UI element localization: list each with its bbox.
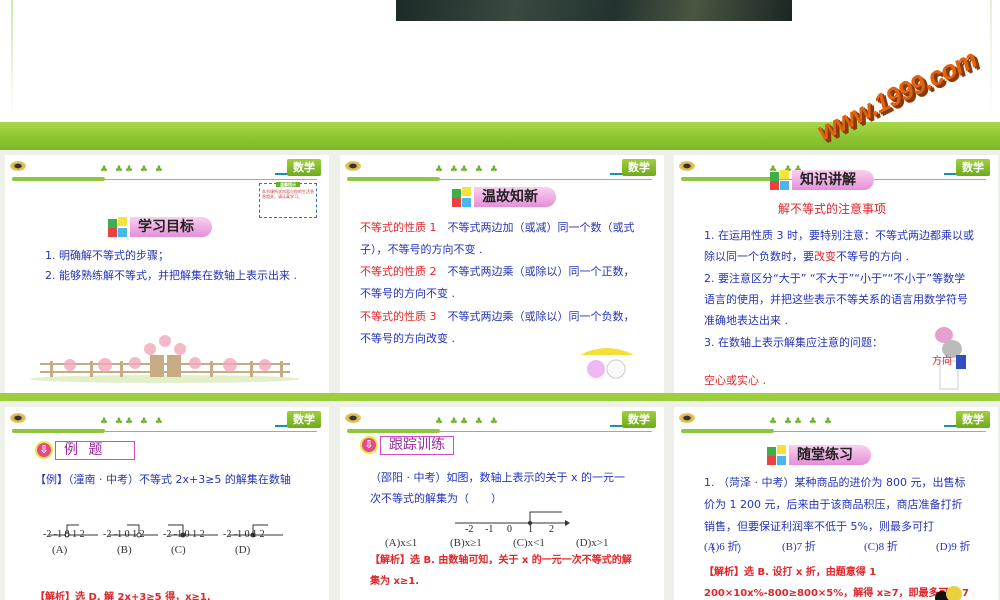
- axis-labels: -2 -1 0 1 2: [43, 529, 85, 540]
- section-title: 温故知新: [452, 186, 556, 208]
- slide-header: ♣ ♣♣ ♣ ♣ 数学: [674, 407, 998, 435]
- umbrella-characters-illustration: [580, 348, 634, 379]
- option-c[interactable]: (C): [171, 544, 186, 556]
- option-b[interactable]: (B)7 折: [782, 538, 816, 554]
- option-d[interactable]: (D): [235, 544, 250, 556]
- tick-label: 2: [549, 524, 554, 535]
- subject-badge: 数学: [622, 411, 656, 428]
- border-line: [990, 0, 992, 118]
- option-b[interactable]: (B): [117, 544, 132, 556]
- school-logo-icon: [10, 161, 26, 171]
- school-logo-icon: [10, 413, 26, 423]
- section-title: 学习目标: [108, 216, 212, 238]
- tick-label: 1: [528, 524, 533, 535]
- slide-classroom-exercise[interactable]: ♣ ♣♣ ♣ ♣ 数学 随堂练习 1. （菏泽 · 中考）某种商品的进价为 800…: [674, 407, 998, 600]
- option-d[interactable]: (D)x>1: [576, 537, 608, 549]
- blocks-icon: [770, 170, 790, 190]
- note-2: 2. 要注意区分“大于” “不大于”“小于”“不小于”等数学语言的使用，并把这些…: [704, 272, 968, 327]
- tick-label: -1: [485, 524, 494, 535]
- note-4: 空心或实心 .: [704, 374, 766, 387]
- school-logo-icon: [345, 413, 361, 423]
- ocean-photo: [396, 0, 792, 21]
- option-a[interactable]: (A)x≤1: [385, 537, 417, 549]
- section-title: ⇩ 跟踪训练: [360, 435, 454, 455]
- down-arrow-icon: ⇩: [360, 436, 378, 454]
- slide-header: ♣ ♣♣ ♣ ♣ 数学: [340, 407, 664, 435]
- section-title: 知识讲解: [770, 169, 874, 191]
- property-1: 不等式的性质 1 不等式两边加（或减）同一个数（或式子），不等号的方向不变 .: [360, 221, 635, 256]
- sprout-icon: ♣ ♣♣ ♣ ♣: [100, 417, 165, 427]
- property-3: 不等式的性质 3 不等式两边乘（或除以）同一个负数，不等号的方向改变 .: [360, 310, 635, 345]
- subject-badge: 数学: [956, 411, 990, 428]
- axis-labels: -2 -1 0 1 2: [103, 529, 145, 540]
- exercise-question: 1. （菏泽 · 中考）某种商品的进价为 800 元，出售标价为 1 200 元…: [704, 476, 966, 555]
- border-line: [11, 0, 13, 118]
- sprout-icon: ♣ ♣♣ ♣ ♣: [435, 165, 500, 175]
- direction-label: 方向: [932, 356, 952, 367]
- slide-header: ♣ ♣♣ ♣ ♣ 数学: [5, 155, 329, 183]
- goal-item: 2. 能够熟练解不等式，并把解集在数轴上表示出来 .: [45, 269, 297, 282]
- subject-badge: 数学: [287, 411, 321, 428]
- blocks-icon: [767, 445, 787, 465]
- cartoon-character-illustration: [935, 586, 962, 600]
- tick-label: 0: [507, 524, 512, 535]
- option-c[interactable]: (C)8 折: [864, 538, 898, 554]
- option-a[interactable]: (A): [52, 544, 67, 556]
- section-title: 随堂练习: [767, 444, 871, 466]
- note-3: 3. 在数轴上表示解集应注意的问题：: [704, 336, 883, 349]
- axis-labels: -2 -1 0 1 2: [163, 529, 205, 540]
- subtitle: 解不等式的注意事项: [778, 202, 887, 216]
- blocks-icon: [452, 187, 472, 207]
- subject-badge: 数学: [956, 159, 990, 176]
- tick-label: -2: [465, 524, 474, 535]
- option-d[interactable]: (D)9 折: [936, 538, 971, 554]
- garden-fence-illustration: [30, 335, 300, 383]
- slide-practice[interactable]: ♣ ♣♣ ♣ ♣ 数学 ⇩ 跟踪训练 （邵阳 · 中考）如图，数轴上表示的关于 x …: [340, 407, 664, 600]
- goal-item: 1. 明确解不等式的步骤；: [45, 249, 169, 262]
- analysis: 【解析】选 B. 由数轴可知，关于 x 的一元一次不等式的解集为 x≥1.: [370, 555, 632, 587]
- school-logo-icon: [679, 161, 695, 171]
- school-logo-icon: [345, 161, 361, 171]
- tip-note: 温馨提示 本节课所学内容与你的生活息息相关，请认真学习。: [259, 182, 317, 218]
- option-a[interactable]: (A)6 折: [704, 538, 739, 554]
- down-arrow-icon: ⇩: [35, 441, 53, 459]
- axis-labels: -2 -1 0 1 2: [223, 529, 265, 540]
- row-separator: [0, 393, 1000, 401]
- slide-example[interactable]: ♣ ♣♣ ♣ ♣ 数学 ⇩ 例 题 【例】（潼南 · 中考）不等式 2x+3≥5 的…: [5, 407, 329, 600]
- slide-header: ♣ ♣♣ ♣ ♣ 数学: [340, 155, 664, 183]
- slide-review[interactable]: ♣ ♣♣ ♣ ♣ 数学 温故知新 不等式的性质 1 不等式两边加（或减）同一个数（…: [340, 155, 664, 393]
- slide-header: ♣ ♣♣ ♣ ♣ 数学: [5, 407, 329, 435]
- slide-learning-goals[interactable]: ♣ ♣♣ ♣ ♣ 数学 温馨提示 本节课所学内容与你的生活息息相关，请认真学习。 学…: [5, 155, 329, 393]
- sprout-icon: ♣ ♣♣ ♣ ♣: [769, 417, 834, 427]
- sprout-icon: ♣ ♣♣ ♣ ♣: [100, 165, 165, 175]
- option-b[interactable]: (B)x≥1: [450, 537, 482, 549]
- analysis: 【解析】选 D. 解 2x+3≥5 得，x≥1.: [35, 592, 211, 600]
- sprout-icon: ♣ ♣♣ ♣ ♣: [435, 417, 500, 427]
- subject-badge: 数学: [622, 159, 656, 176]
- school-logo-icon: [679, 413, 695, 423]
- blocks-icon: [108, 217, 128, 237]
- property-2: 不等式的性质 2 不等式两边乘（或除以）同一个正数，不等号的方向不变 .: [360, 265, 635, 300]
- practice-question: （邵阳 · 中考）如图，数轴上表示的关于 x 的一元一次不等式的解集为（ ）: [370, 471, 625, 505]
- subject-badge: 数学: [287, 159, 321, 176]
- example-question: 【例】（潼南 · 中考）不等式 2x+3≥5 的解集在数轴: [35, 473, 291, 486]
- option-c[interactable]: (C)x<1: [513, 537, 545, 549]
- note-1: 1. 在运用性质 3 时，要特别注意：不等式两边都乘以或除以同一个负数时，要改变…: [704, 229, 974, 263]
- slide-knowledge[interactable]: ♣ ♣♣数学 知识讲解 解不等式的注意事项 1. 在运用性质 3 时，要特别注意…: [674, 155, 998, 393]
- section-title: ⇩ 例 题: [35, 440, 135, 460]
